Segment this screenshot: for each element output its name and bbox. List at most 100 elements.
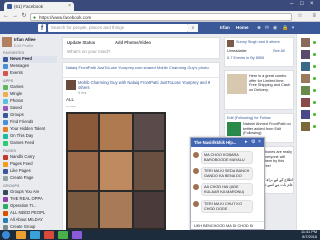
online-status-icon bbox=[313, 65, 316, 68]
avatar[interactable] bbox=[301, 86, 310, 95]
ad-image bbox=[227, 74, 247, 94]
nav-profile-link[interactable]: Irfan bbox=[220, 24, 230, 32]
sidebar-item-on-this-day[interactable]: On This Day bbox=[2, 133, 57, 140]
sidebar-item-games-feed[interactable]: Games Feed bbox=[2, 140, 57, 147]
tab-close-icon[interactable]: × bbox=[68, 2, 71, 11]
sidebar-item-label: Messages bbox=[10, 63, 30, 68]
close-icon[interactable]: × bbox=[258, 138, 261, 147]
browser-tab[interactable]: (61) Facebook × bbox=[4, 2, 74, 11]
sidebar-item-group[interactable]: Groups You Are bbox=[2, 189, 57, 196]
sidebar-item-groups[interactable]: Groups bbox=[2, 112, 57, 119]
avatar[interactable] bbox=[301, 38, 310, 47]
sidebar-item-messages[interactable]: Messages bbox=[2, 63, 57, 70]
messages-icon[interactable]: ✉ bbox=[264, 25, 270, 31]
events-icon bbox=[3, 71, 8, 76]
sidebar-item-label: Events bbox=[10, 70, 23, 75]
sidebar-item-saved[interactable]: Saved bbox=[2, 105, 57, 112]
address-bar[interactable]: ● https://www.facebook.com bbox=[30, 12, 292, 21]
tab-add-photos[interactable]: Add Photos/Video bbox=[115, 40, 151, 45]
avatar[interactable] bbox=[301, 110, 310, 119]
sidebar-item-group[interactable]: ALL NEED PEOPL bbox=[2, 210, 57, 217]
ad-image bbox=[227, 122, 241, 136]
nav-home-link[interactable]: Home bbox=[236, 24, 249, 32]
events-line[interactable]: 5-7 Events in By 8555 bbox=[227, 56, 293, 61]
tab-update-status[interactable]: Update Status bbox=[67, 40, 95, 45]
online-status-icon bbox=[313, 89, 316, 92]
avatar[interactable] bbox=[301, 122, 310, 131]
sponsored-ad[interactable]: Here is a great combo offer for Limited … bbox=[224, 70, 294, 110]
sidebar-item-group[interactable]: THE REAL OPPA bbox=[2, 196, 57, 203]
file-explorer-icon[interactable] bbox=[16, 231, 26, 239]
sidebar-item-group[interactable]: Operation Tr... bbox=[2, 203, 57, 210]
privacy-icon[interactable]: 🔒 bbox=[282, 25, 288, 31]
edit-profile-link[interactable]: Edit Profile bbox=[14, 43, 33, 48]
notifications-icon[interactable]: ◉ bbox=[272, 25, 278, 31]
sidebar-item-find-friends[interactable]: Find Friends bbox=[2, 119, 57, 126]
group-icon bbox=[3, 204, 8, 209]
sidebar-item-label: Games bbox=[10, 84, 24, 89]
messages-icon bbox=[3, 64, 8, 69]
friend-requests-icon[interactable]: ☻ bbox=[256, 25, 262, 31]
facebook-logo-icon[interactable]: f bbox=[38, 24, 46, 32]
avatar bbox=[227, 40, 234, 47]
maximize-icon[interactable]: □ bbox=[300, 1, 304, 7]
avatar[interactable] bbox=[301, 98, 310, 107]
sidebar-item-label: Create Group bbox=[10, 224, 36, 229]
sidebar-item-games[interactable]: Games bbox=[2, 84, 57, 91]
video-call-icon[interactable]: ▸ bbox=[245, 138, 248, 147]
avatar[interactable] bbox=[301, 74, 310, 83]
avatar[interactable] bbox=[301, 62, 310, 71]
games-feed-icon bbox=[3, 141, 8, 146]
sidebar-item-hidden-talent[interactable]: Your Hidden Talent bbox=[2, 126, 57, 133]
sidebar-item-label: Your Hidden Talent bbox=[10, 126, 46, 131]
reload-icon[interactable]: ↻ bbox=[20, 13, 28, 20]
browser-ie-icon[interactable] bbox=[30, 231, 40, 239]
facebook-favicon-icon bbox=[7, 4, 12, 9]
sidebar-item-label: Photos bbox=[10, 98, 24, 103]
status-input[interactable]: What's on your mind? bbox=[67, 49, 110, 54]
avatar[interactable] bbox=[66, 80, 76, 90]
sidebar-item-photos[interactable]: Photos bbox=[2, 98, 57, 105]
ad-title[interactable]: Edit (Following) for Follow bbox=[227, 116, 293, 121]
sidebar-item-news-feed[interactable]: News Feed bbox=[2, 56, 57, 63]
app-icon[interactable] bbox=[72, 231, 82, 239]
status-composer: Update Status Add Photos/Video What's on… bbox=[62, 37, 220, 59]
post-share-line[interactable]: Nalaiq FrontPatti JustToLose Yourprey.co… bbox=[66, 65, 216, 70]
sidebar-item-page[interactable]: Nandhi Carry bbox=[2, 154, 57, 161]
photo-collage[interactable] bbox=[66, 112, 166, 230]
sidebar-item-events[interactable]: Events bbox=[2, 70, 57, 77]
start-button-icon[interactable] bbox=[2, 231, 10, 239]
forward-icon[interactable]: → bbox=[11, 13, 19, 20]
back-icon[interactable]: ← bbox=[2, 13, 10, 20]
online-status-icon bbox=[313, 41, 316, 44]
sidebar-item-label: Groups bbox=[10, 112, 24, 117]
menu-icon[interactable]: ≡ bbox=[312, 13, 316, 19]
sidebar-item-create-page[interactable]: Create Page bbox=[2, 175, 57, 182]
sidebar-item-label: All About MILDAY bbox=[10, 217, 43, 222]
sidebar-item-mingle[interactable]: Mingle bbox=[2, 91, 57, 98]
clock[interactable]: 11:41 PM 8/7/2016 bbox=[301, 230, 317, 240]
post-author[interactable]: Mohib Charming Guy with Nalaiq FrontPatt… bbox=[78, 80, 216, 90]
photo-thumb bbox=[68, 192, 98, 228]
minimize-icon[interactable]: – bbox=[290, 1, 293, 7]
friend-request-names[interactable]: Sunny Singh and 8 others bbox=[236, 40, 292, 45]
post-timestamp[interactable]: 9 hrs bbox=[78, 91, 86, 95]
sidebar-item-like-pages[interactable]: Like Pages bbox=[2, 168, 57, 175]
settings-icon[interactable]: ⚙ bbox=[251, 138, 255, 147]
online-status-icon bbox=[313, 53, 316, 56]
chrome-icon[interactable] bbox=[58, 231, 68, 239]
avatar[interactable] bbox=[301, 50, 310, 59]
sidebar-item-group[interactable]: All About MILDAY bbox=[2, 217, 57, 224]
media-player-icon[interactable] bbox=[44, 231, 54, 239]
search-icon[interactable]: ⌕ bbox=[188, 24, 198, 32]
search-input[interactable]: Search for people, places and things bbox=[48, 24, 188, 32]
window-close-icon[interactable]: × bbox=[310, 1, 314, 7]
chat-message-input[interactable]: UKH BENCHOOD MA DI CHOD KI bbox=[191, 221, 264, 229]
sidebar-item-pages-feed[interactable]: Pages Feed bbox=[2, 161, 57, 168]
see-all-link[interactable]: See All bbox=[273, 49, 285, 54]
account-menu-icon[interactable]: ▾ bbox=[290, 25, 296, 31]
left-sidebar: Irfan Allee Edit Profile FAVORITES News … bbox=[0, 34, 58, 230]
sidebar-profile[interactable]: Irfan Allee Edit Profile bbox=[2, 37, 56, 49]
star-icon[interactable]: ☆ bbox=[296, 13, 304, 20]
create-page-icon bbox=[3, 176, 8, 181]
